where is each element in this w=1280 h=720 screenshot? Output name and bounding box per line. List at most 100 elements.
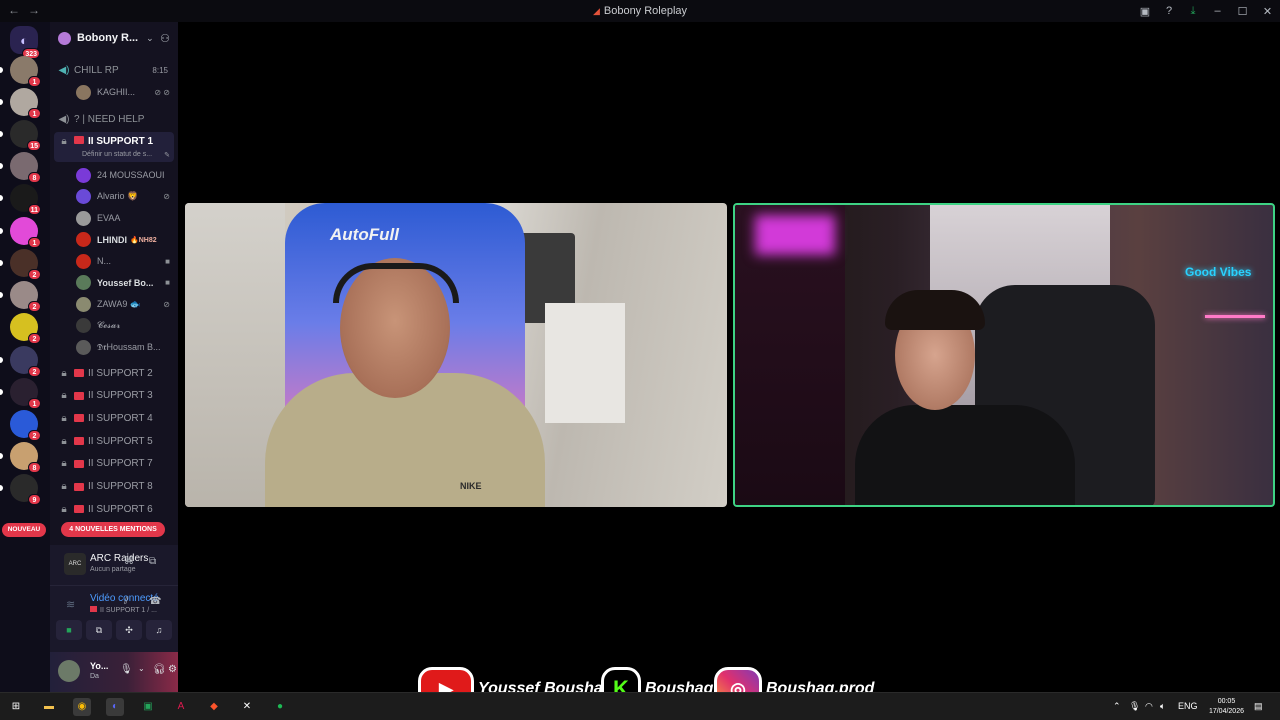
channel-chill-rp[interactable]: ◀) CHILL RP 8:15 [50,60,178,80]
speaker-icon: ◀) [58,64,70,76]
help-icon[interactable]: ? [1157,5,1181,17]
brave-icon[interactable]: ◆ [205,698,223,716]
volume-icon[interactable]: 🔈︎ [1160,701,1165,712]
server-icon-button[interactable]: 1 [10,217,41,248]
voice-member[interactable]: 𝕯𝖗Houssam B... [76,337,176,357]
unread-pip [0,453,3,459]
microphone-icon[interactable]: 🎙︎ [1129,701,1140,712]
video-tile-right[interactable]: Good Vibes [733,203,1275,507]
member-name: 𝓒𝓮𝓼𝓪𝓻 [97,320,121,330]
disconnect-icon[interactable]: ☎ [149,596,161,607]
locked-voice-channel[interactable]: 🔒︎ II SUPPORT 2 [50,363,178,383]
server-icon-button[interactable]: 15 [10,120,41,151]
voice-member[interactable]: 24 MOUSSAOUI [76,165,176,185]
server-icon-button[interactable]: 1 [10,56,41,87]
server-icon-button[interactable]: 1 [10,378,41,409]
status-hint[interactable]: Définir un statut de s... [82,151,152,158]
server-icon-button[interactable]: 1 [10,88,41,119]
voice-member[interactable]: EVAA [76,208,176,228]
gamepad-icon[interactable]: ⌘ [124,556,134,567]
flag-icon [74,505,84,514]
channel-label: ? | NEED HELP [74,113,145,125]
app-logo-icon: ◢ [592,6,600,16]
person-shirt [855,405,1075,505]
speaker-icon: ◀) [58,113,70,125]
discord-icon[interactable]: ◐ [106,698,124,716]
spotify-icon[interactable]: ● [271,698,289,716]
unread-pip [0,389,3,395]
chevron-down-icon[interactable]: ⌄ [138,664,145,673]
activities-icon[interactable]: ✣ [116,620,142,640]
file-explorer-icon[interactable]: ▬ [40,698,58,716]
language-indicator[interactable]: ENG [1178,701,1198,711]
server-icon-button[interactable]: 8 [10,152,41,183]
flag-icon [74,391,84,400]
screen-share-icon[interactable]: ⧉ [149,556,156,567]
adobe-icon[interactable]: A [172,698,190,716]
chevron-up-icon[interactable]: ⌃ [1113,701,1121,712]
soundboard-icon[interactable]: ♫ [146,620,172,640]
minimize-button[interactable]: – [1205,5,1230,17]
camera-icon[interactable]: ■ [56,620,82,640]
download-icon[interactable]: ⤓ [1181,5,1205,18]
wifi-icon[interactable]: ◠ [1145,701,1153,712]
voice-channel[interactable]: II SUPPORT 1 / ... [90,606,157,614]
capcut-icon[interactable]: ✕ [238,698,256,716]
channel-label: II SUPPORT 7 [88,458,153,470]
microphone-icon[interactable]: 🎙︎ [120,664,133,675]
server-icon-button[interactable]: 2 [10,281,41,312]
avatar [76,189,91,204]
windows-start-icon[interactable]: ⊞ [7,698,25,716]
locked-voice-channel[interactable]: 🔒︎ II SUPPORT 8 [50,477,178,497]
server-icon-button[interactable]: 9 [10,474,41,505]
new-servers-pill[interactable]: NOUVEAU [2,523,46,537]
lock-icon: 🔒︎ [61,390,67,402]
headset [333,263,459,303]
screen-share-icon[interactable]: ⧉ [86,620,112,640]
user-sub: Da [90,673,99,680]
voice-member[interactable]: Alvario 🦁 ⊘ [76,187,176,207]
locked-voice-channel[interactable]: 🔒︎ II SUPPORT 3 [50,386,178,406]
channel-need-help[interactable]: ◀) ? | NEED HELP [50,109,178,129]
locked-voice-channel[interactable]: 🔒︎ II SUPPORT 6 [50,499,178,519]
avatar [76,84,91,100]
voice-member[interactable]: ZAWA9 🐟 ⊘ [76,294,176,314]
noise-suppression-icon[interactable]: ⫽ [124,596,128,607]
locked-voice-channel[interactable]: 🔒︎ II SUPPORT 7 [50,454,178,474]
app-icon[interactable]: ▣ [139,698,157,716]
voice-member[interactable]: N... ■ [76,251,176,271]
cabinet [545,303,625,423]
locked-voice-channel[interactable]: 🔒︎ II SUPPORT 4 [50,408,178,428]
locked-voice-channel[interactable]: 🔒︎ II SUPPORT 5 [50,431,178,451]
video-tile-left[interactable]: AutoFull NIKE [185,203,727,507]
chrome-icon[interactable]: ◉ [73,698,91,716]
server-badge: 8 [28,462,41,473]
new-mentions-pill[interactable]: 4 NOUVELLES MENTIONS [61,522,165,537]
avatar[interactable] [58,660,80,682]
server-icon-button[interactable]: 2 [10,410,41,441]
pencil-icon[interactable]: ✎ [164,151,170,159]
avatar [76,275,91,290]
voice-member[interactable]: LHINDI 🔥NH82 [76,230,176,250]
server-header[interactable]: Bobony R... ⌄ ⚇ [50,22,178,54]
direct-messages-button[interactable]: ◐ 323 [10,26,40,59]
server-icon-button[interactable]: 2 [10,346,41,377]
channel-support-1[interactable]: 🔒︎ II SUPPORT 1 Définir un statut de s..… [54,132,174,162]
close-button[interactable]: ✕ [1255,5,1280,18]
notification-icon[interactable]: ▤ [1254,701,1263,712]
server-icon-button[interactable]: 11 [10,184,41,215]
settings-gear-icon[interactable]: ⚙ [168,664,177,675]
member-kaghii[interactable]: KAGHII... ⊘ ⊘ [76,82,176,102]
activity-panel: ARC ARC Raiders Aucun partage ⌘ ⧉ [50,545,178,585]
server-icon-button[interactable]: 8 [10,442,41,473]
server-icon-button[interactable]: 2 [10,249,41,280]
add-member-icon[interactable]: ⚇ [160,32,170,45]
voice-member[interactable]: Youssef Bo... ■ [76,273,176,293]
inbox-icon[interactable]: ▣ [1133,5,1157,18]
headphones-icon[interactable]: 🎧︎ [153,664,166,675]
server-icon-button[interactable]: 2 [10,313,41,344]
server-badge: 11 [27,204,41,215]
maximize-button[interactable]: ☐ [1230,5,1255,18]
clock[interactable]: 00:05 17/04/2026 [1209,697,1244,717]
voice-member[interactable]: 𝓒𝓮𝓼𝓪𝓻 [76,316,176,336]
